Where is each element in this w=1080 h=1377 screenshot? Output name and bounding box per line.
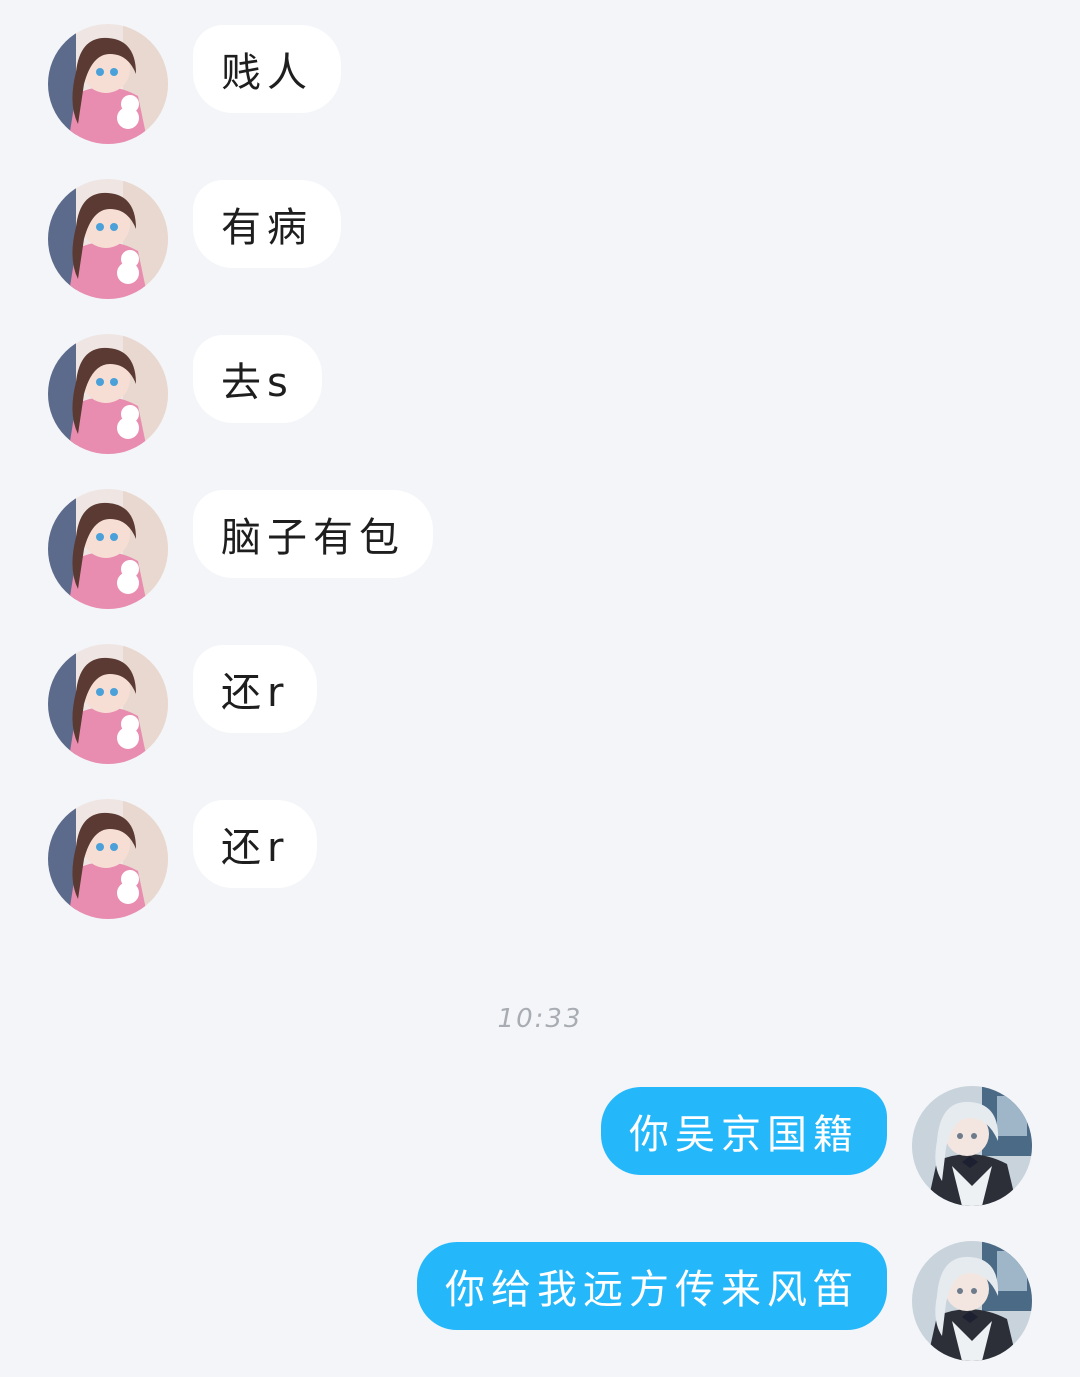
user-avatar[interactable]: [912, 1086, 1032, 1206]
message-text: 你给我远方传来风笛: [445, 1267, 859, 1313]
message-text: 去s: [221, 360, 294, 406]
incoming-message-bubble[interactable]: 贱人: [193, 25, 341, 113]
chat-area: 贱人 有病 去s 脑子有包 还r 还r 10:33 你吴京国籍 你给我远方传来风…: [0, 0, 1080, 1377]
user-avatar-image: [912, 1241, 1032, 1361]
contact-avatar[interactable]: [48, 644, 168, 764]
contact-avatar[interactable]: [48, 179, 168, 299]
incoming-message-bubble[interactable]: 还r: [193, 645, 318, 733]
contact-avatar[interactable]: [48, 799, 168, 919]
message-text: 还r: [221, 825, 290, 871]
message-text: 有病: [221, 205, 313, 251]
contact-avatar-image: [48, 24, 168, 144]
contact-avatar-image: [48, 334, 168, 454]
contact-avatar[interactable]: [48, 334, 168, 454]
message-text: 你吴京国籍: [629, 1112, 859, 1158]
incoming-message-bubble[interactable]: 还r: [193, 800, 318, 888]
message-text: 贱人: [221, 50, 313, 96]
message-timestamp: 10:33: [497, 1004, 583, 1034]
incoming-message-bubble[interactable]: 有病: [193, 180, 341, 268]
outgoing-message-bubble[interactable]: 你吴京国籍: [601, 1087, 887, 1175]
contact-avatar[interactable]: [48, 489, 168, 609]
contact-avatar-image: [48, 644, 168, 764]
incoming-message-bubble[interactable]: 脑子有包: [193, 490, 433, 578]
contact-avatar-image: [48, 179, 168, 299]
user-avatar-image: [912, 1086, 1032, 1206]
contact-avatar-image: [48, 799, 168, 919]
message-text: 脑子有包: [221, 515, 405, 561]
message-text: 还r: [221, 670, 290, 716]
outgoing-message-bubble[interactable]: 你给我远方传来风笛: [417, 1242, 887, 1330]
user-avatar[interactable]: [912, 1241, 1032, 1361]
contact-avatar-image: [48, 489, 168, 609]
contact-avatar[interactable]: [48, 24, 168, 144]
incoming-message-bubble[interactable]: 去s: [193, 335, 322, 423]
